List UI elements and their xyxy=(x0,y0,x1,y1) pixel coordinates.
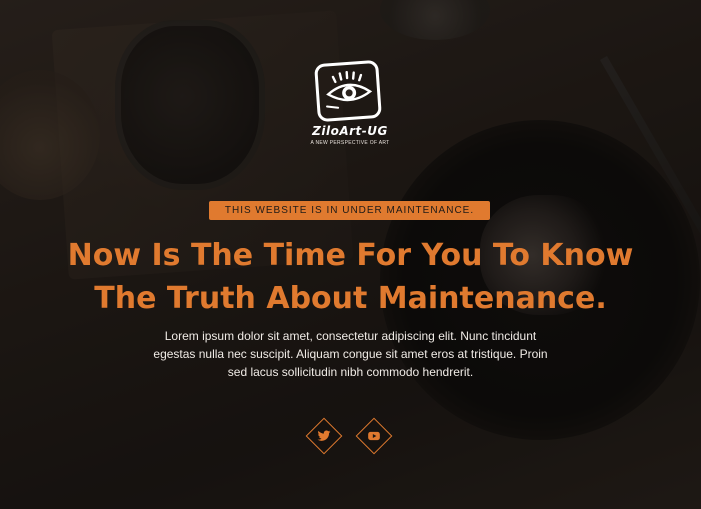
maintenance-page: ZiloArt-UG A NEW PERSPECTIVE OF ART THIS… xyxy=(0,0,701,509)
headline-line-2: The Truth About Maintenance. xyxy=(94,281,607,316)
maintenance-badge: THIS WEBSITE IS IN UNDER MAINTENANCE. xyxy=(209,201,490,220)
description-line-3: sed lacus sollicitudin nibh commodo hend… xyxy=(227,365,474,379)
eye-icon xyxy=(326,70,373,109)
page-headline: Now Is The Time For You To Know The Trut… xyxy=(30,234,671,320)
twitter-icon xyxy=(317,430,331,441)
logo[interactable] xyxy=(314,59,382,123)
logo-name: ZiloArt-UG xyxy=(312,124,388,138)
description-line-1: Lorem ipsum dolor sit amet, consectetur … xyxy=(164,329,537,343)
youtube-icon xyxy=(368,431,380,441)
logo-tagline: A NEW PERSPECTIVE OF ART xyxy=(310,140,390,146)
headline-line-1: Now Is The Time For You To Know xyxy=(67,238,634,273)
hero-description: Lorem ipsum dolor sit amet, consectetur … xyxy=(145,327,556,381)
youtube-link[interactable] xyxy=(355,417,393,455)
hero-content: ZiloArt-UG A NEW PERSPECTIVE OF ART THIS… xyxy=(0,0,701,509)
twitter-link[interactable] xyxy=(305,417,343,455)
description-line-2: egestas nulla nec suscipit. Aliquam cong… xyxy=(153,347,548,361)
